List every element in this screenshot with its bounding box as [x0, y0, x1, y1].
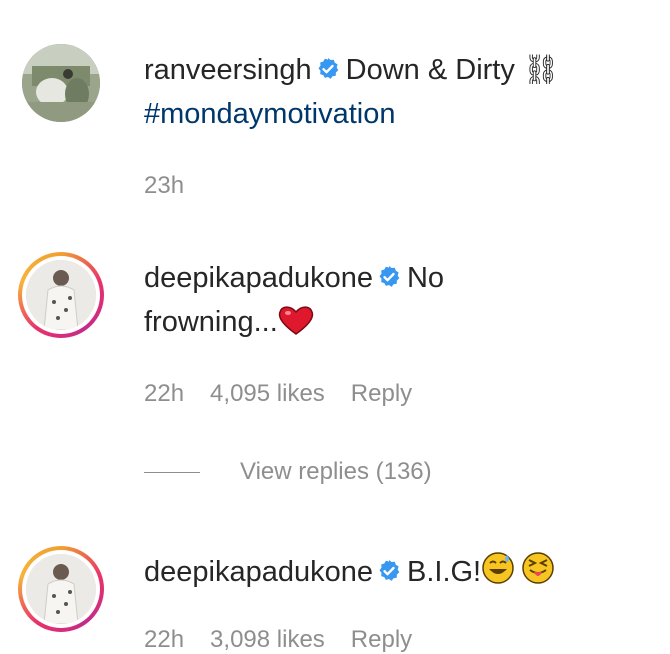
verified-badge-icon	[379, 266, 400, 287]
story-ring	[18, 546, 104, 632]
timestamp[interactable]: 22h	[144, 626, 184, 653]
squinting-tongue-emoji-icon	[522, 552, 554, 584]
avatar-ranveersingh[interactable]	[22, 44, 100, 122]
view-replies-label: View replies (136)	[240, 458, 432, 485]
comment-1-meta: 23h	[144, 172, 210, 200]
comment-2-body: deepikapadukone No frowning...	[144, 256, 664, 344]
comment-text: Down & Dirty ⛓	[345, 54, 560, 86]
comment-text-cont: frowning...	[144, 306, 278, 338]
avatar-image	[26, 260, 96, 330]
verified-badge-icon	[379, 560, 400, 581]
avatar-deepikapadukone[interactable]	[18, 546, 104, 632]
comment-3-body: deepikapadukone B.I.G!	[144, 550, 664, 594]
timestamp[interactable]: 23h	[144, 172, 184, 199]
username-link[interactable]: deepikapadukone	[144, 262, 373, 294]
comment-2-meta: 22h 4,095 likes Reply	[144, 380, 438, 408]
verified-badge-icon	[318, 58, 338, 79]
likes-count[interactable]: 3,098 likes	[210, 626, 325, 653]
story-ring	[18, 252, 104, 338]
comment-text: B.I.G!	[406, 556, 482, 588]
divider-line	[144, 471, 200, 473]
comment-1-body: ranveersingh Down & Dirty ⛓ #mondaymotiva…	[144, 48, 664, 136]
username-link[interactable]: deepikapadukone	[144, 556, 373, 588]
avatar-deepikapadukone[interactable]	[18, 252, 104, 338]
avatar-image	[22, 44, 100, 122]
likes-count[interactable]: 4,095 likes	[210, 380, 325, 407]
view-replies-button[interactable]: View replies (136)	[144, 458, 432, 486]
timestamp[interactable]: 22h	[144, 380, 184, 407]
comment-text: No	[406, 262, 445, 294]
comment-3-meta: 22h 3,098 likes Reply	[144, 626, 438, 654]
avatar-image	[26, 554, 96, 624]
username-link[interactable]: ranveersingh	[144, 54, 312, 86]
sweat-smile-emoji-icon	[482, 552, 514, 584]
red-heart-icon	[278, 306, 314, 335]
reply-button[interactable]: Reply	[351, 380, 412, 407]
reply-button[interactable]: Reply	[351, 626, 412, 653]
hashtag-link[interactable]: #mondaymotivation	[144, 98, 395, 130]
